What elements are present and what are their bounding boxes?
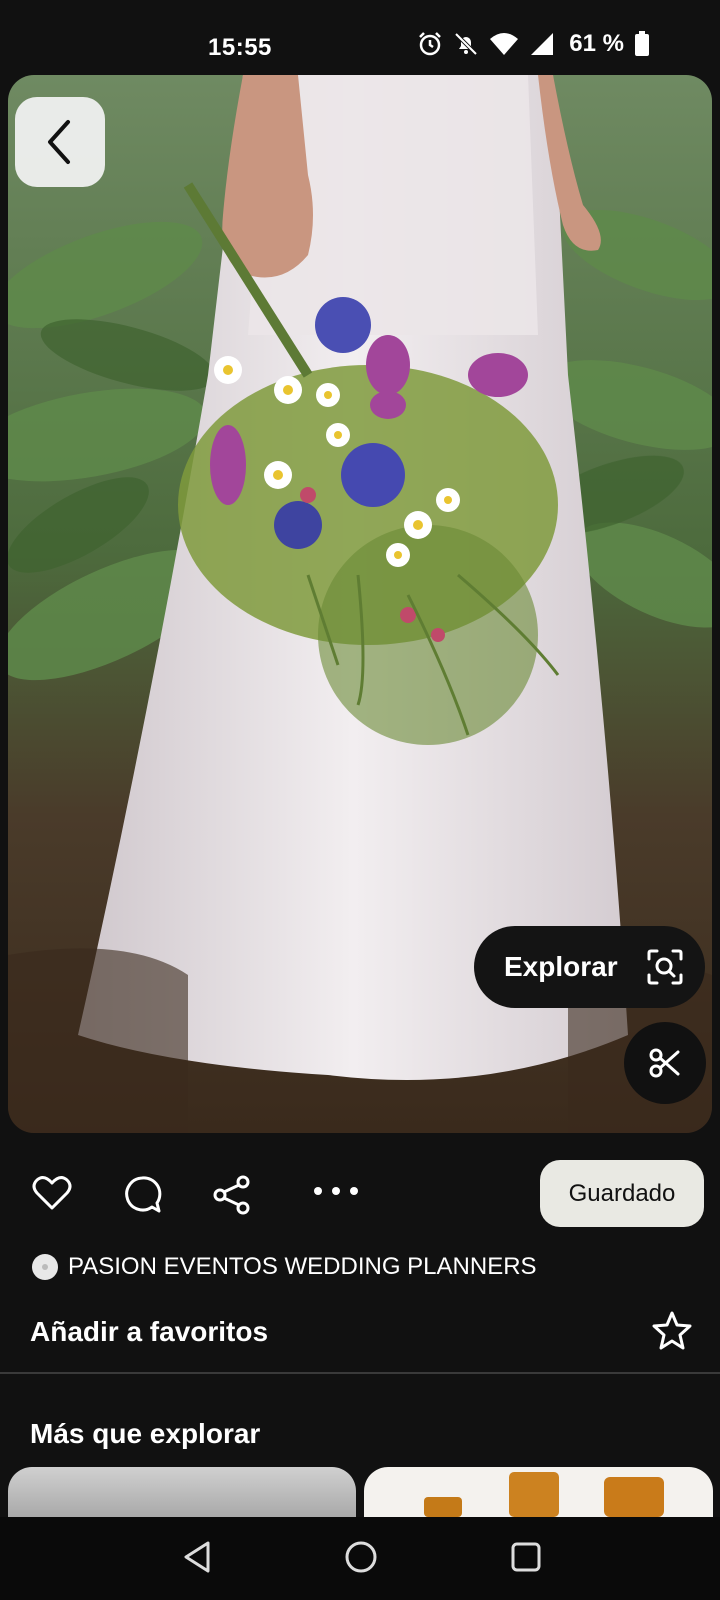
related-pin-card[interactable] xyxy=(8,1467,356,1517)
recents-nav-icon[interactable] xyxy=(508,1539,544,1575)
chevron-left-icon xyxy=(48,120,70,164)
scissors-icon xyxy=(649,1048,680,1078)
status-time: 15:55 xyxy=(208,34,272,61)
more-icon[interactable] xyxy=(312,1185,360,1197)
status-bar: 15:55 61 % xyxy=(0,0,720,75)
avatar xyxy=(32,1254,58,1280)
add-to-favorites-row[interactable]: Añadir a favoritos xyxy=(0,1310,720,1370)
crop-button[interactable] xyxy=(624,1022,706,1104)
creator-logo-icon xyxy=(42,1264,48,1270)
star-icon[interactable] xyxy=(652,1310,692,1350)
creator-name: PASION EVENTOS WEDDING PLANNERS xyxy=(68,1253,537,1280)
favorites-label: Añadir a favoritos xyxy=(30,1316,269,1347)
explore-button[interactable]: Explorar xyxy=(474,926,705,1008)
divider xyxy=(0,1372,720,1374)
back-nav-icon[interactable] xyxy=(180,1539,216,1575)
candle-holders-image xyxy=(424,1472,664,1517)
comment-icon[interactable] xyxy=(122,1175,162,1215)
system-navigation-bar xyxy=(0,1517,720,1600)
alarm-icon xyxy=(419,32,442,56)
battery-icon xyxy=(635,31,649,56)
visual-search-icon xyxy=(647,949,683,985)
signal-icon xyxy=(531,33,554,55)
battery-percent: 61 % xyxy=(569,30,624,57)
creator-link[interactable]: PASION EVENTOS WEDDING PLANNERS xyxy=(32,1253,537,1281)
explore-label: Explorar xyxy=(504,951,618,982)
status-icons: 61 % xyxy=(417,30,650,58)
notifications-off-icon xyxy=(454,32,478,56)
saved-button[interactable]: Guardado xyxy=(540,1160,704,1227)
home-nav-icon[interactable] xyxy=(343,1539,379,1575)
related-pin-card[interactable] xyxy=(364,1467,713,1517)
share-icon[interactable] xyxy=(212,1175,252,1215)
more-to-explore-heading: Más que explorar xyxy=(30,1418,261,1449)
wifi-icon xyxy=(490,33,519,55)
heart-icon[interactable] xyxy=(32,1175,72,1211)
back-button[interactable] xyxy=(15,97,105,187)
